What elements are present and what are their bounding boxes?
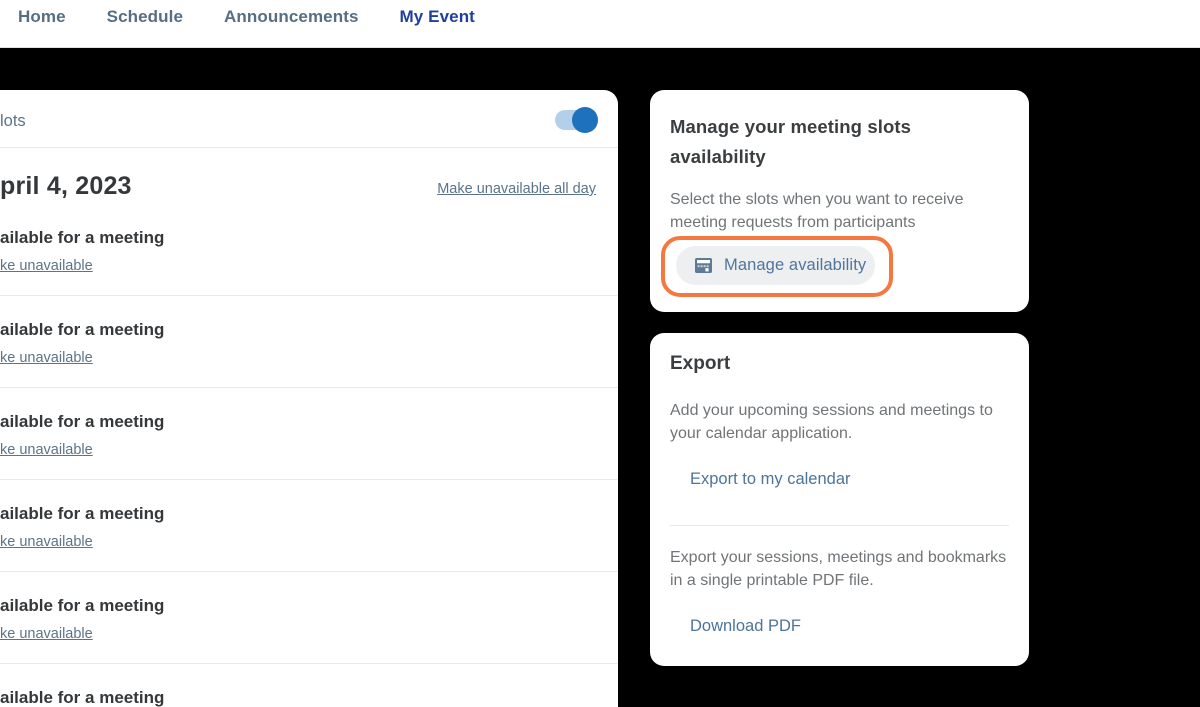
nav-item-my-event[interactable]: My Event — [400, 7, 475, 47]
date-heading: pril 4, 2023 — [0, 172, 132, 200]
nav-item-schedule[interactable]: Schedule — [107, 7, 183, 47]
date-header-row: pril 4, 2023 Make unavailable all day — [0, 148, 618, 204]
meeting-slots-panel: lots pril 4, 2023 Make unavailable all d… — [0, 90, 618, 707]
make-unavailable-all-day-link[interactable]: Make unavailable all day — [437, 179, 596, 199]
slot-row: ailable for a meeting ke unavailable — [0, 664, 618, 707]
slots-toggle[interactable] — [555, 110, 596, 130]
export-pdf-text: Export your sessions, meetings and bookm… — [670, 546, 1009, 592]
manage-availability-button-label: Manage availability — [724, 256, 866, 275]
slot-row: ailable for a meeting ke unavailable — [0, 204, 618, 296]
slot-row: ailable for a meeting ke unavailable — [0, 388, 618, 480]
make-unavailable-link[interactable]: ke unavailable — [0, 256, 93, 276]
slot-row: ailable for a meeting ke unavailable — [0, 572, 618, 664]
export-to-calendar-link[interactable]: Export to my calendar — [690, 468, 851, 490]
slot-row: ailable for a meeting ke unavailable — [0, 480, 618, 572]
make-unavailable-link[interactable]: ke unavailable — [0, 624, 93, 644]
export-card-title: Export — [670, 353, 1009, 375]
availability-card-description: Select the slots when you want to receiv… — [670, 188, 1009, 234]
slot-title: ailable for a meeting — [0, 318, 596, 342]
slot-title: ailable for a meeting — [0, 410, 596, 434]
export-card-divider — [670, 525, 1009, 526]
download-pdf-link[interactable]: Download PDF — [690, 615, 801, 637]
calendar-icon — [694, 256, 713, 275]
export-card: Export Add your upcoming sessions and me… — [650, 333, 1029, 666]
availability-card: Manage your meeting slots availability S… — [650, 90, 1029, 312]
slot-list: ailable for a meeting ke unavailable ail… — [0, 204, 618, 707]
availability-card-title: Manage your meeting slots availability — [670, 112, 970, 172]
slot-title: ailable for a meeting — [0, 502, 596, 526]
app-screenshot: Home Schedule Announcements My Event lot… — [0, 0, 1200, 707]
manage-availability-button[interactable]: Manage availability — [676, 246, 875, 285]
slots-header-label: lots — [0, 110, 26, 132]
make-unavailable-link[interactable]: ke unavailable — [0, 440, 93, 460]
top-nav: Home Schedule Announcements My Event — [0, 0, 1200, 48]
make-unavailable-link[interactable]: ke unavailable — [0, 532, 93, 552]
toggle-knob-icon — [572, 107, 598, 133]
slot-title: ailable for a meeting — [0, 686, 596, 707]
export-calendar-text: Add your upcoming sessions and meetings … — [670, 399, 1009, 445]
slot-title: ailable for a meeting — [0, 226, 596, 250]
nav-item-announcements[interactable]: Announcements — [224, 7, 358, 47]
slot-row: ailable for a meeting ke unavailable — [0, 296, 618, 388]
slot-title: ailable for a meeting — [0, 594, 596, 618]
nav-item-home[interactable]: Home — [18, 7, 66, 47]
make-unavailable-link[interactable]: ke unavailable — [0, 348, 93, 368]
slots-panel-header: lots — [0, 90, 618, 148]
